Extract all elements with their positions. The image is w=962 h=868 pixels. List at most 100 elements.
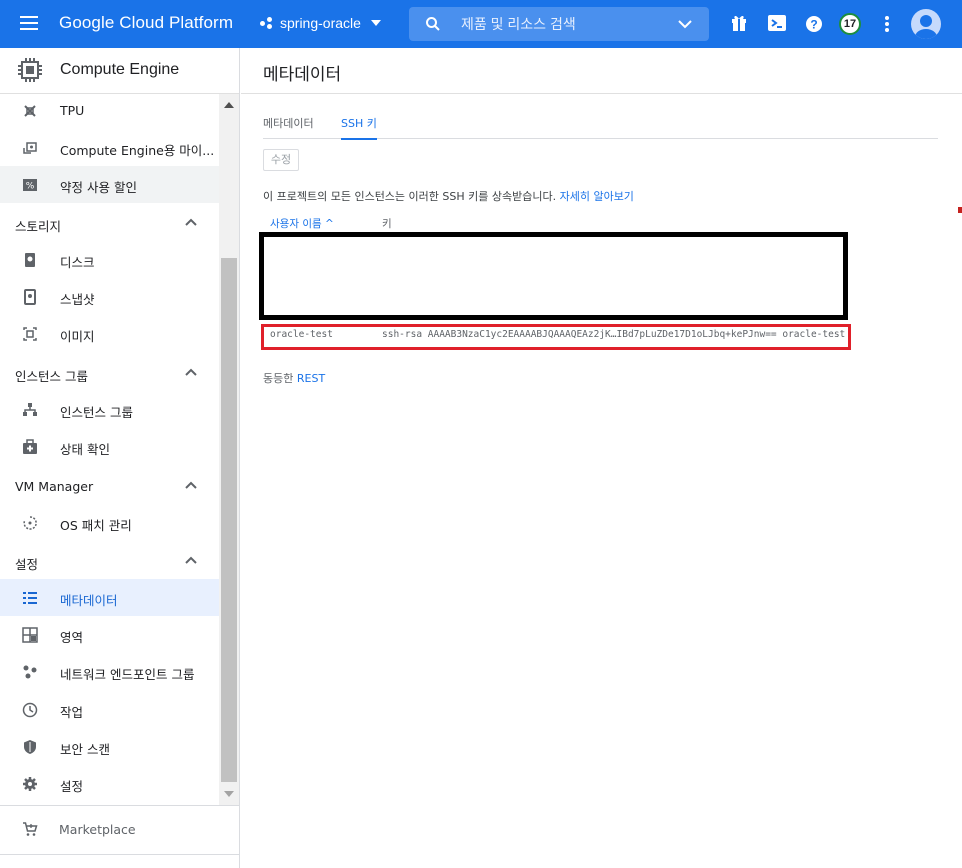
tab-ssh-keys[interactable]: SSH 키: [341, 115, 377, 140]
metadata-icon: [23, 592, 37, 604]
edit-button[interactable]: 수정: [263, 149, 299, 171]
divider: [0, 854, 239, 855]
sidebar-item-images[interactable]: 이미지: [0, 315, 219, 352]
cloud-shell-icon[interactable]: [768, 15, 786, 31]
sidebar-item-security-scan[interactable]: 보안 스캔: [0, 728, 219, 765]
column-header-key: 키: [382, 218, 392, 230]
sidebar-item-network-endpoint-groups[interactable]: 네트워크 엔드포인트 그룹: [0, 653, 219, 690]
sidebar-item-label: Marketplace: [59, 822, 136, 837]
section-label: 인스턴스 그룹: [15, 369, 88, 384]
chevron-up-icon[interactable]: [185, 368, 197, 376]
section-label: VM Manager: [15, 479, 94, 494]
os-patch-icon: [23, 516, 37, 530]
cart-icon: [23, 822, 38, 836]
section-instance-groups[interactable]: 인스턴스 그룹: [0, 355, 219, 391]
sidebar-item-marketplace[interactable]: Marketplace: [0, 805, 239, 855]
section-storage[interactable]: 스토리지: [0, 205, 219, 241]
sidebar-item-instance-groups[interactable]: 인스턴스 그룹: [0, 391, 219, 428]
notification-badge[interactable]: 17: [839, 13, 861, 35]
sidebar-item-label: 스냅샷: [60, 292, 95, 307]
tab-metadata[interactable]: 메타데이터: [263, 115, 314, 138]
project-name: spring-oracle: [280, 15, 361, 31]
migrate-icon: [23, 142, 37, 154]
section-settings[interactable]: 설정: [0, 543, 219, 579]
svg-text:%: %: [26, 182, 35, 192]
page-title: 메타데이터: [263, 65, 342, 85]
chevron-up-icon[interactable]: [185, 218, 197, 226]
equivalent-rest: 동등한 REST: [263, 370, 325, 386]
chevron-up-icon[interactable]: [185, 556, 197, 564]
sidebar-item-metadata[interactable]: 메타데이터: [0, 579, 219, 616]
table-cell-key: ssh-rsa AAAAB3NzaC1yc2EAAAABJQAAAQEAz2jK…: [382, 329, 846, 340]
section-vm-manager[interactable]: VM Manager: [0, 468, 219, 504]
sidebar-item-operations[interactable]: 작업: [0, 691, 219, 728]
sidebar-item-snapshots[interactable]: 스냅샷: [0, 278, 219, 315]
inherit-description: 이 프로젝트의 모든 인스턴스는 이러한 SSH 키를 상속받습니다. 자세히 …: [263, 188, 634, 204]
sidebar-item-label: 약정 사용 할인: [60, 180, 137, 195]
chevron-up-icon[interactable]: [185, 481, 197, 489]
redacted-region: [259, 232, 848, 320]
edge-mark: [958, 207, 962, 213]
compute-engine-icon: [18, 58, 42, 82]
learn-more-link[interactable]: 자세히 알아보기: [560, 190, 634, 203]
percent-icon: %: [23, 179, 37, 192]
hamburger-icon[interactable]: [20, 16, 38, 30]
rest-link[interactable]: REST: [297, 372, 325, 385]
sidebar-item-os-patch[interactable]: OS 패치 관리: [0, 504, 219, 541]
svg-text:?: ?: [810, 18, 817, 32]
sidebar-item-health-checks[interactable]: 상태 확인: [0, 428, 219, 465]
image-icon: [23, 327, 37, 341]
health-check-icon: [23, 439, 37, 454]
project-selector[interactable]: spring-oracle: [260, 15, 381, 31]
settings-icon: [23, 777, 37, 791]
top-app-bar: Google Cloud Platform spring-oracle 제품 및…: [0, 0, 962, 48]
operations-icon: [22, 702, 38, 718]
sidebar-item-label: 디스크: [60, 255, 95, 270]
sidebar-item-label: 상태 확인: [60, 442, 110, 457]
nav-scrollbar[interactable]: [219, 94, 239, 805]
gift-icon[interactable]: [731, 13, 747, 33]
brand-title[interactable]: Google Cloud Platform: [59, 13, 233, 33]
table-cell-username: oracle-test: [270, 329, 333, 340]
chevron-down-icon[interactable]: [677, 16, 693, 32]
section-label: 설정: [15, 557, 39, 572]
product-title: Compute Engine: [60, 61, 180, 78]
sidebar-item-zones[interactable]: 영역: [0, 616, 219, 653]
network-endpoint-icon: [23, 665, 37, 679]
sidebar-item-label: 네트워크 엔드포인트 그룹: [60, 667, 195, 682]
sidebar-item-label: 이미지: [60, 329, 95, 344]
snapshot-icon: [24, 289, 36, 305]
tab-bar: 메타데이터 SSH 키: [263, 114, 938, 140]
scroll-up-icon[interactable]: [224, 102, 234, 108]
left-navigation: Compute Engine TPU Compute Engine용 마이...…: [0, 48, 240, 868]
disk-icon: [25, 253, 35, 267]
sidebar-item-settings[interactable]: 설정: [0, 765, 219, 802]
sidebar-item-label: 영역: [60, 630, 84, 645]
search-placeholder: 제품 및 리소스 검색: [461, 16, 576, 32]
project-icon: [260, 17, 274, 29]
section-label: 스토리지: [15, 219, 62, 234]
scroll-down-icon[interactable]: [224, 791, 234, 797]
description-text: 이 프로젝트의 모든 인스턴스는 이러한 SSH 키를 상속받습니다.: [263, 190, 557, 203]
search-input[interactable]: 제품 및 리소스 검색: [409, 7, 709, 41]
search-icon: [426, 17, 440, 31]
help-icon[interactable]: ?: [805, 15, 823, 33]
sidebar-item-committed-use[interactable]: % 약정 사용 할인: [0, 166, 219, 203]
nav-header: Compute Engine: [0, 48, 239, 94]
security-scan-icon: [24, 740, 36, 754]
sidebar-item-tpu[interactable]: TPU: [0, 94, 219, 129]
account-icon[interactable]: [911, 9, 941, 39]
main-content: 메타데이터 메타데이터 SSH 키 수정 이 프로젝트의 모든 인스턴스는 이러…: [241, 48, 962, 868]
sidebar-item-disks[interactable]: 디스크: [0, 241, 219, 278]
caret-down-icon: [370, 20, 381, 26]
more-vert-icon[interactable]: [884, 15, 890, 33]
tpu-icon: [24, 105, 36, 117]
sidebar-item-migrate[interactable]: Compute Engine용 마이...: [0, 129, 219, 166]
sidebar-item-label: 인스턴스 그룹: [60, 405, 133, 420]
equivalent-prefix: 동등한: [263, 372, 294, 385]
page-header: 메타데이터: [241, 48, 962, 94]
sidebar-item-label: OS 패치 관리: [60, 518, 132, 533]
nav-list[interactable]: TPU Compute Engine용 마이... % 약정 사용 할인 스토리…: [0, 94, 219, 805]
scrollbar-thumb[interactable]: [221, 258, 237, 782]
column-header-username[interactable]: 사용자 이름 ^: [270, 216, 334, 231]
